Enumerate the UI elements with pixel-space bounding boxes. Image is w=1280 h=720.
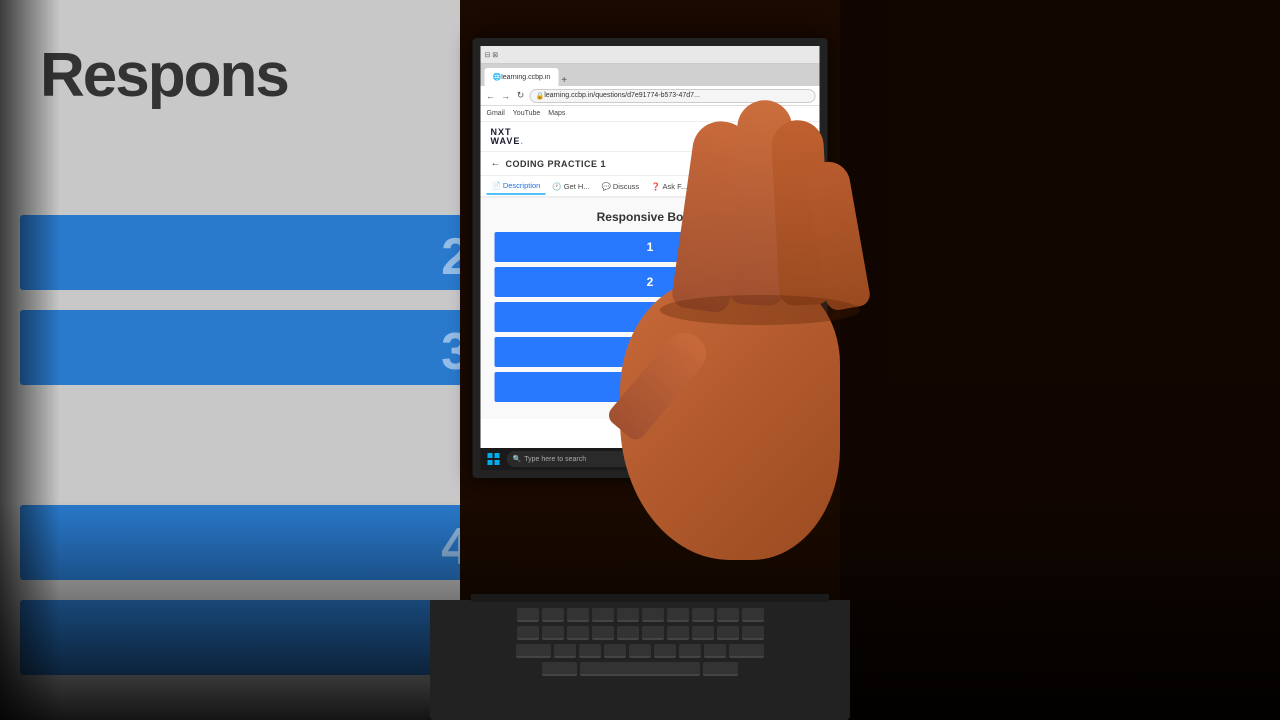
page-title: CODING PRACTICE 1: [506, 159, 607, 169]
tab-get-hints[interactable]: 🕐 Get H...: [547, 179, 594, 194]
tabs-bar: 📄 Description 🕐 Get H... 💬 Discuss ❓ Ask…: [481, 176, 820, 198]
key: [692, 626, 714, 640]
key: [667, 626, 689, 640]
url-bar[interactable]: 🔒 learning.ccbp.in/questions/d7e91774-b5…: [530, 89, 816, 103]
browser-nav: ← → ↻ 🔒 learning.ccbp.in/questions/d7e91…: [481, 86, 820, 106]
window-controls: ⊟ ⊠: [485, 51, 499, 59]
taskbar-icon-2[interactable]: 🌐: [762, 451, 778, 467]
page-title-bar: ← CODING PRACTICE 1: [481, 152, 820, 176]
key: [742, 626, 764, 640]
key: [703, 662, 738, 676]
taskbar-icons: ⊞ 🌐 📁 🔊: [743, 451, 816, 467]
key: [592, 626, 614, 640]
bg-box-num-2: 2: [441, 227, 460, 287]
key: [542, 626, 564, 640]
bg-box-2: 2: [20, 215, 460, 290]
back-arrow-icon[interactable]: ←: [491, 158, 501, 169]
laptop-screen: ⊟ ⊠ 🌐 learning.ccbp.in + ← → ↻ 🔒 learnin…: [473, 38, 828, 478]
logo-wave: WAVE.: [491, 137, 524, 146]
secure-icon: 🔒: [536, 92, 545, 100]
key: [554, 644, 576, 658]
key-spacebar: [580, 662, 700, 676]
back-button[interactable]: ←: [485, 90, 497, 102]
key: [629, 644, 651, 658]
key: [617, 608, 639, 622]
key: [642, 626, 664, 640]
tab-favicon: 🌐: [493, 73, 502, 81]
keyboard-row-1: [430, 606, 850, 624]
key: [517, 626, 539, 640]
tab-ask[interactable]: ❓ Ask F...: [646, 179, 692, 194]
forward-button[interactable]: →: [500, 90, 512, 102]
key: [542, 662, 577, 676]
key: [542, 608, 564, 622]
keyboard-area: [430, 600, 850, 720]
tab-description[interactable]: 📄 Description: [487, 178, 546, 195]
taskbar: 🔍 Type here to search ⊞ 🌐 📁 🔊: [481, 448, 820, 470]
bg-box-3: 3: [20, 310, 460, 385]
key: [617, 626, 639, 640]
tab-discuss[interactable]: 💬 Discuss: [597, 179, 645, 194]
taskbar-icon-3[interactable]: 📁: [781, 451, 797, 467]
description-icon: 📄: [492, 181, 501, 190]
key: [704, 644, 726, 658]
key: [742, 608, 764, 622]
windows-icon: [488, 453, 500, 465]
key: [579, 644, 601, 658]
taskbar-icon-4[interactable]: 🔊: [800, 451, 816, 467]
bookmarks-bar: Gmail YouTube Maps: [481, 106, 820, 122]
nxtwave-logo: NXT WAVE.: [491, 128, 524, 146]
url-text: learning.ccbp.in/questions/d7e91774-b573…: [544, 92, 700, 99]
key: [692, 608, 714, 622]
bg-label-text: Respons: [40, 40, 288, 111]
key: [567, 626, 589, 640]
ask-icon: ❓: [651, 182, 660, 191]
key: [667, 608, 689, 622]
keyboard-row-4: [430, 660, 850, 678]
search-icon: 🔍: [513, 455, 522, 463]
bookmark-maps[interactable]: Maps: [548, 110, 565, 117]
reload-button[interactable]: ↻: [515, 90, 527, 102]
laptop-hinge: [471, 594, 829, 602]
bookmark-gmail[interactable]: Gmail: [487, 110, 505, 117]
responsive-box-2[interactable]: 2: [495, 267, 806, 297]
bookmark-youtube[interactable]: YouTube: [513, 110, 541, 117]
key: [717, 626, 739, 640]
responsive-box-5[interactable]: 5: [495, 372, 806, 402]
search-placeholder: Type here to search: [524, 456, 586, 463]
key: [717, 608, 739, 622]
start-button[interactable]: [485, 450, 503, 468]
new-tab-button[interactable]: +: [561, 75, 567, 86]
keyboard-row-2: [430, 624, 850, 642]
key: [604, 644, 626, 658]
responsive-box-3[interactable]: 3: [495, 302, 806, 332]
key: [592, 608, 614, 622]
hints-icon: 🕐: [552, 182, 561, 191]
key: [517, 608, 539, 622]
key: [567, 608, 589, 622]
taskbar-search[interactable]: 🔍 Type here to search: [507, 451, 739, 467]
key: [516, 644, 551, 658]
tab-title: learning.ccbp.in: [501, 74, 550, 81]
key: [679, 644, 701, 658]
responsive-box-1[interactable]: 1: [495, 232, 806, 262]
keyboard-row-3: [430, 642, 850, 660]
key: [642, 608, 664, 622]
browser-tab-bar: 🌐 learning.ccbp.in +: [481, 64, 820, 86]
content-title: Responsive Boxes: [495, 210, 806, 224]
browser-tab[interactable]: 🌐 learning.ccbp.in: [485, 68, 559, 86]
discuss-icon: 💬: [602, 182, 611, 191]
taskbar-icon-1[interactable]: ⊞: [743, 451, 759, 467]
site-content: Responsive Boxes 1 2 3 4 5: [481, 198, 820, 419]
responsive-box-4[interactable]: 4: [495, 337, 806, 367]
site-header: NXT WAVE.: [481, 122, 820, 152]
bg-box-num-3: 3: [441, 322, 460, 382]
key: [654, 644, 676, 658]
key: [729, 644, 764, 658]
browser-topbar: ⊟ ⊠: [481, 46, 820, 64]
